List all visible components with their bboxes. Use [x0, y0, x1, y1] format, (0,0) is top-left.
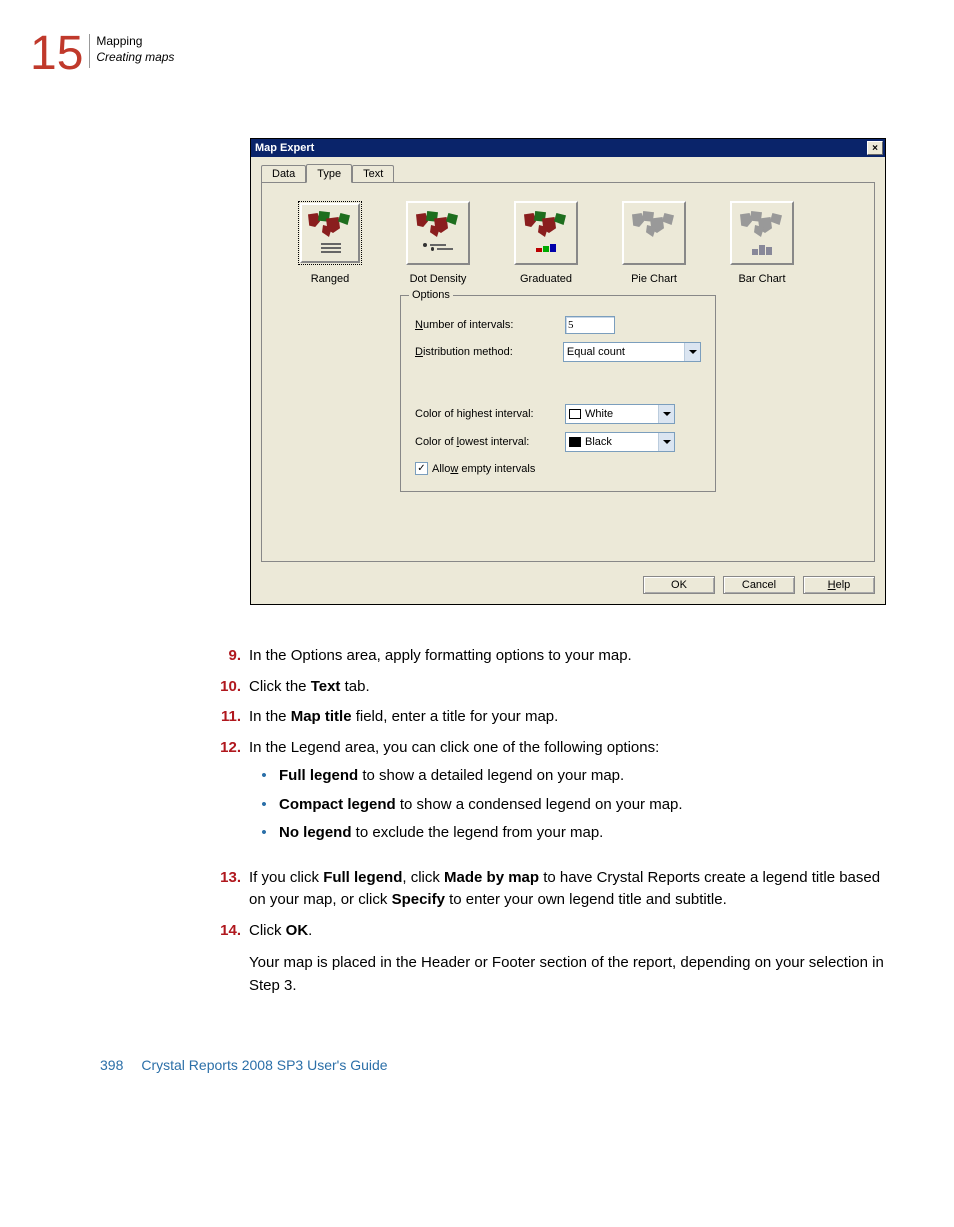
header-topic: Mapping	[96, 34, 174, 50]
step-number: 9.	[215, 645, 249, 668]
bullet-text: No legend to exclude the legend from you…	[279, 822, 603, 845]
step-paragraph: Your map is placed in the Header or Foot…	[249, 952, 884, 997]
cancel-button[interactable]: Cancel	[723, 576, 795, 594]
header-subtopic: Creating maps	[96, 50, 174, 66]
bullet-icon: •	[249, 765, 279, 788]
tab-text[interactable]: Text	[352, 165, 394, 183]
tab-type[interactable]: Type	[306, 164, 352, 183]
dist-method-select[interactable]: Equal count	[563, 342, 701, 362]
white-swatch-icon	[569, 409, 581, 419]
bar-chart-label: Bar Chart	[726, 273, 798, 285]
map-expert-dialog: Map Expert × Data Type Text Ranged	[250, 138, 886, 605]
num-intervals-label: Number of intervals:	[415, 319, 565, 331]
lowest-color-label: Color of lowest interval:	[415, 436, 565, 448]
step-number: 10.	[215, 676, 249, 699]
step-text: In the Legend area, you can click one of…	[249, 737, 884, 760]
bullet-text: Compact legend to show a condensed legen…	[279, 794, 683, 817]
page-header: 15 Mapping Creating maps	[30, 30, 884, 78]
options-group: Options Number of intervals: Distributio…	[400, 295, 716, 492]
ranged-label: Ranged	[294, 273, 366, 285]
help-button[interactable]: Help	[803, 576, 875, 594]
dot-density-label: Dot Density	[402, 273, 474, 285]
page-footer: 398 Crystal Reports 2008 SP3 User's Guide	[100, 1057, 884, 1073]
step-number: 11.	[215, 706, 249, 729]
highest-color-label: Color of highest interval:	[415, 408, 565, 420]
pie-chart-type-button[interactable]	[622, 201, 686, 265]
highest-color-select[interactable]: White	[565, 404, 675, 424]
bullet-icon: •	[249, 822, 279, 845]
step-text: In the Map title field, enter a title fo…	[249, 706, 884, 729]
step-text: Click OK.	[249, 920, 884, 943]
allow-empty-label: Allow empty intervals	[432, 463, 535, 475]
step-number: 14.	[215, 920, 249, 1008]
close-icon[interactable]: ×	[867, 141, 883, 155]
step-text: Click the Text tab.	[249, 676, 884, 699]
footer-title: Crystal Reports 2008 SP3 User's Guide	[141, 1057, 387, 1073]
tab-data[interactable]: Data	[261, 165, 306, 183]
step-text: In the Options area, apply formatting op…	[249, 645, 884, 668]
bullet-text: Full legend to show a detailed legend on…	[279, 765, 624, 788]
dialog-titlebar: Map Expert ×	[251, 139, 885, 157]
chapter-number: 15	[30, 30, 83, 78]
ranged-type-button[interactable]	[298, 201, 362, 265]
step-text: If you click Full legend, click Made by …	[249, 867, 884, 912]
dialog-title: Map Expert	[255, 142, 867, 154]
chevron-down-icon	[684, 343, 700, 361]
allow-empty-checkbox[interactable]: ✓	[415, 462, 428, 475]
bullet-icon: •	[249, 794, 279, 817]
bar-chart-type-button[interactable]	[730, 201, 794, 265]
chevron-down-icon	[658, 433, 674, 451]
header-divider	[89, 34, 90, 68]
pie-chart-label: Pie Chart	[618, 273, 690, 285]
dot-density-type-button[interactable]	[406, 201, 470, 265]
graduated-type-button[interactable]	[514, 201, 578, 265]
dist-method-label: Distribution method:	[415, 346, 563, 358]
step-number: 12.	[215, 737, 249, 859]
options-legend: Options	[409, 289, 453, 301]
step-list: 9. In the Options area, apply formatting…	[215, 645, 884, 1007]
step-number: 13.	[215, 867, 249, 912]
chevron-down-icon	[658, 405, 674, 423]
graduated-label: Graduated	[510, 273, 582, 285]
num-intervals-input[interactable]	[565, 316, 615, 334]
tab-panel-type: Ranged Dot Density G	[261, 182, 875, 562]
black-swatch-icon	[569, 437, 581, 447]
tab-bar: Data Type Text	[261, 165, 875, 183]
page-number: 398	[100, 1057, 123, 1073]
lowest-color-select[interactable]: Black	[565, 432, 675, 452]
ok-button[interactable]: OK	[643, 576, 715, 594]
